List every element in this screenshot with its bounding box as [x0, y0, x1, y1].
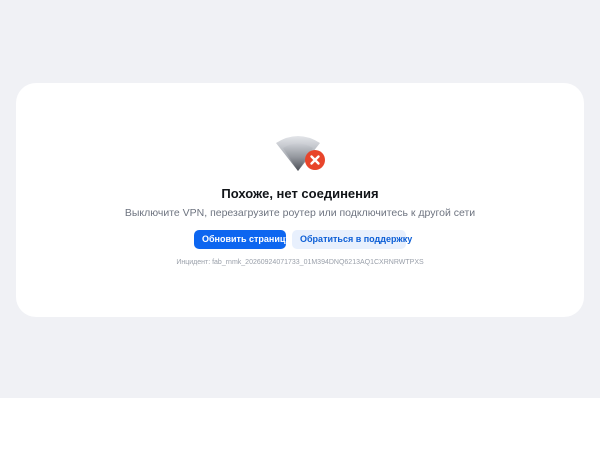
- error-card: Похоже, нет соединения Выключите VPN, пе…: [16, 83, 584, 317]
- contact-support-button[interactable]: Обратиться в поддержку: [292, 230, 412, 249]
- error-subtitle: Выключите VPN, перезагрузите роутер или …: [124, 207, 476, 219]
- incident-id: Инцидент: fab_rnmk_20260924071733_01M394…: [176, 259, 424, 266]
- wifi-off-icon: [274, 131, 330, 175]
- action-buttons: Обновить страницу Обратиться в поддержку: [16, 230, 584, 249]
- error-title: Похоже, нет соединения: [221, 186, 379, 201]
- refresh-page-button[interactable]: Обновить страницу: [194, 230, 290, 249]
